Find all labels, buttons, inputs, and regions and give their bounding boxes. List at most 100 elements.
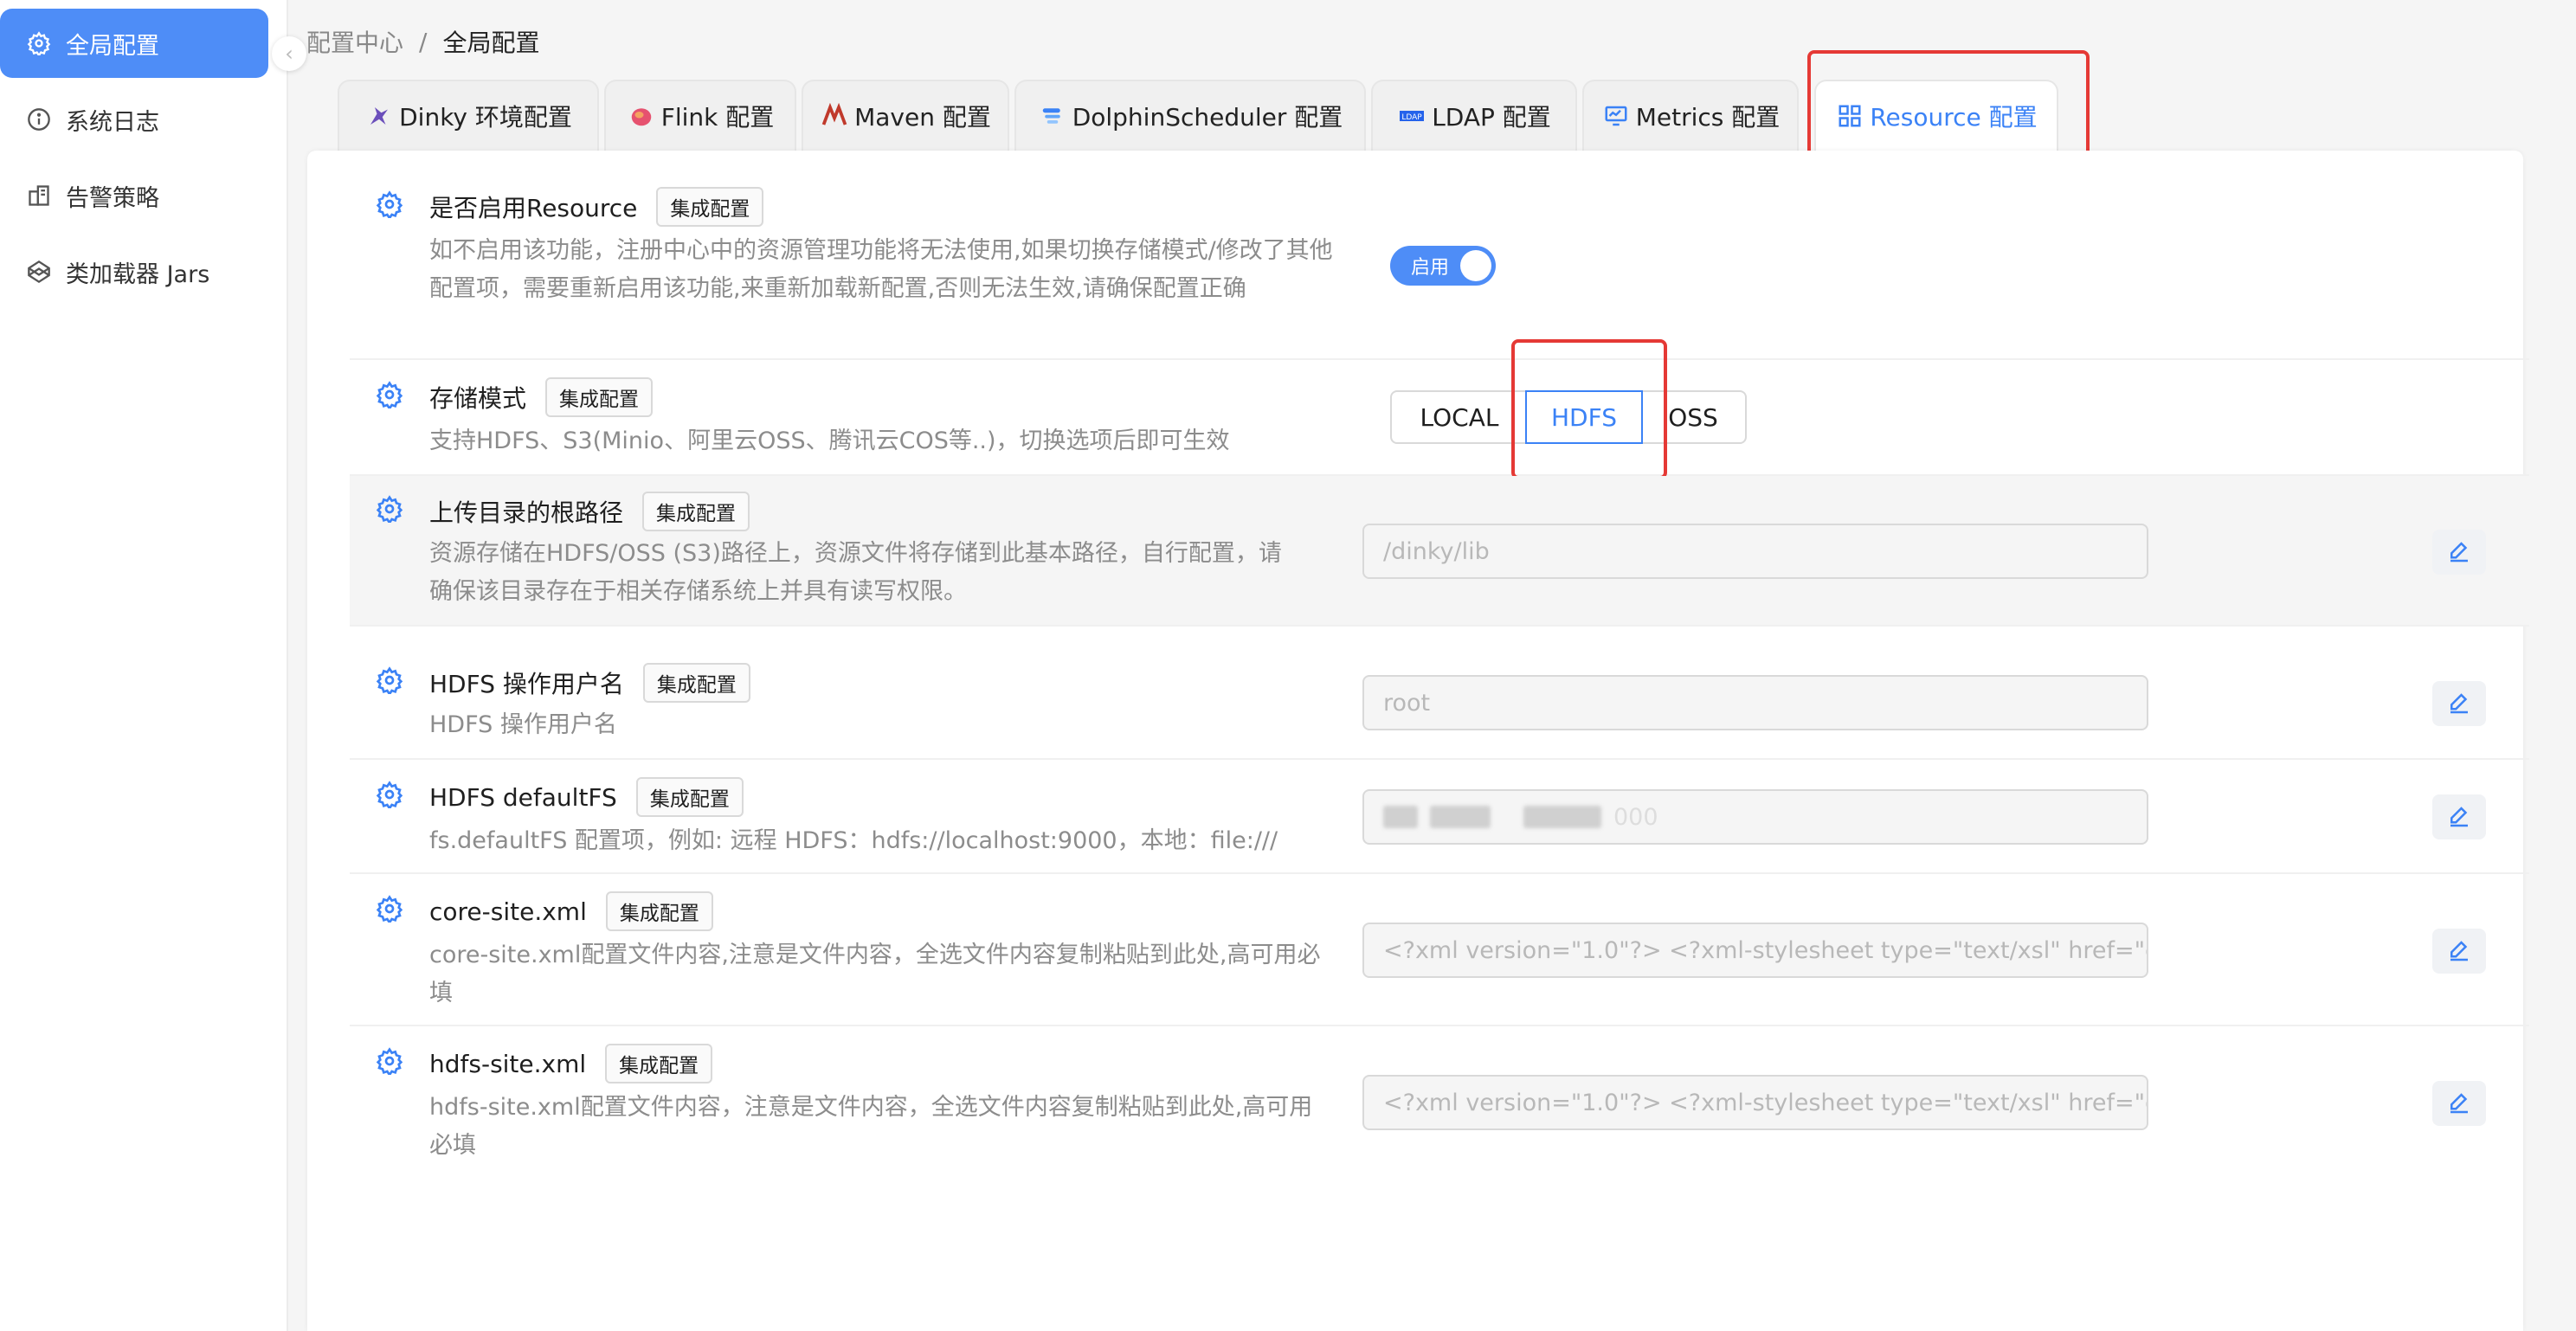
option-label: LOCAL <box>1420 402 1499 432</box>
sidebar-item-system-log[interactable]: 系统日志 <box>0 85 268 154</box>
tab-flink[interactable]: Flink 配置 <box>604 80 796 151</box>
info-icon <box>26 106 52 132</box>
maven-logo-icon <box>820 101 849 131</box>
edit-button[interactable] <box>2432 929 2486 974</box>
config-title-text: hdfs-site.xml <box>429 1049 587 1078</box>
sidebar-item-label: 类加载器 Jars <box>66 260 210 288</box>
edit-icon <box>2450 542 2468 563</box>
hdfs-user-input[interactable]: root <box>1362 675 2148 730</box>
config-desc: HDFS 操作用户名 <box>429 711 617 738</box>
edit-icon <box>2450 693 2468 714</box>
edit-button[interactable] <box>2432 530 2486 575</box>
hdfs-site-input[interactable]: <?xml version="1.0"?> <?xml-stylesheet t… <box>1362 1075 2148 1130</box>
tab-label: Flink 配置 <box>660 103 775 132</box>
edit-button[interactable] <box>2432 794 2486 839</box>
sidebar-item-class-loader-jars[interactable]: 类加载器 Jars <box>0 237 268 306</box>
tab-metrics[interactable]: Metrics 配置 <box>1582 80 1799 151</box>
config-title-text: HDFS 操作用户名 <box>429 670 624 698</box>
config-title: 存储模式 集成配置 <box>429 377 654 417</box>
integration-tag: 集成配置 <box>605 891 713 931</box>
breadcrumb-separator: / <box>419 27 428 56</box>
tab-label: Dinky 环境配置 <box>399 103 572 132</box>
flink-logo-icon <box>627 101 656 131</box>
hdfs-defaultfs-input[interactable]: 000 <box>1362 789 2148 845</box>
integration-tag: 集成配置 <box>545 377 654 417</box>
enable-resource-switch[interactable]: 启用 <box>1390 246 1496 286</box>
config-title: HDFS defaultFS 集成配置 <box>429 777 744 817</box>
edit-icon <box>2450 807 2468 827</box>
integration-tag: 集成配置 <box>642 492 750 531</box>
config-title-text: core-site.xml <box>429 897 587 926</box>
integration-tag: 集成配置 <box>642 663 750 703</box>
storage-option-local[interactable]: LOCAL <box>1390 390 1529 444</box>
breadcrumb: 配置中心 / 全局配置 <box>306 24 539 59</box>
dolphinscheduler-logo-icon <box>1038 101 1067 131</box>
switch-label: 启用 <box>1411 257 1450 279</box>
config-desc: hdfs-site.xml配置文件内容，注意是文件内容，全选文件内容复制粘贴到此… <box>429 1094 1313 1159</box>
gear-icon <box>376 781 403 808</box>
svg-text:LDAP: LDAP <box>1402 113 1423 122</box>
monitor-icon <box>1601 101 1631 131</box>
config-desc: fs.defaultFS 配置项，例如: 远程 HDFS：hdfs://loca… <box>429 827 1278 854</box>
edit-button[interactable] <box>2432 681 2486 726</box>
gear-icon <box>376 381 403 408</box>
tab-label: LDAP 配置 <box>1432 103 1551 132</box>
switch-knob <box>1460 250 1491 281</box>
integration-tag: 集成配置 <box>656 187 764 227</box>
edit-icon <box>2450 941 2468 961</box>
upload-path-input[interactable]: /dinky/lib <box>1362 524 2148 579</box>
sidebar-item-label: 系统日志 <box>66 108 159 136</box>
config-title-text: 存储模式 <box>429 384 527 413</box>
tab-dolphinscheduler[interactable]: DolphinScheduler 配置 <box>1014 80 1366 151</box>
config-desc: core-site.xml配置文件内容,注意是文件内容，全选文件内容复制粘贴到此… <box>429 942 1321 1006</box>
config-desc: 如不启用该功能，注册中心中的资源管理功能将无法使用,如果切换存储模式/修改了其他… <box>429 237 1333 302</box>
ldap-logo-icon: LDAP <box>1397 101 1426 131</box>
sidebar-item-alert-strategy[interactable]: 告警策略 <box>0 161 268 230</box>
gear-icon <box>26 30 52 56</box>
sidebar-item-label: 全局配置 <box>66 32 159 60</box>
sidebar: 全局配置 系统日志 告警策略 类加载器 Jars <box>0 0 288 1331</box>
config-title-text: HDFS defaultFS <box>429 782 617 812</box>
tab-dinky-env[interactable]: Dinky 环境配置 <box>338 80 599 151</box>
storage-option-hdfs[interactable]: HDFS <box>1525 390 1643 444</box>
gear-icon <box>376 190 403 218</box>
config-title: 上传目录的根路径 集成配置 <box>429 492 750 531</box>
tab-maven[interactable]: Maven 配置 <box>802 80 1009 151</box>
config-title: HDFS 操作用户名 集成配置 <box>429 663 750 703</box>
core-site-input[interactable]: <?xml version="1.0"?> <?xml-stylesheet t… <box>1362 923 2148 978</box>
gear-icon <box>376 495 403 523</box>
redacted-text <box>1523 806 1601 828</box>
tab-label: Metrics 配置 <box>1635 103 1781 132</box>
codepen-icon <box>26 259 52 285</box>
sidebar-collapse-button[interactable]: ‹ <box>272 36 306 71</box>
config-title: hdfs-site.xml 集成配置 <box>429 1044 713 1083</box>
tab-label: DolphinScheduler 配置 <box>1072 103 1343 132</box>
gear-icon <box>376 1047 403 1075</box>
sidebar-item-label: 告警策略 <box>66 184 159 212</box>
edit-icon <box>2450 1093 2468 1114</box>
config-title: core-site.xml 集成配置 <box>429 891 713 931</box>
breadcrumb-parent[interactable]: 配置中心 <box>306 24 403 59</box>
redacted-text <box>1383 806 1418 828</box>
config-title-text: 上传目录的根路径 <box>429 498 624 527</box>
breadcrumb-current: 全局配置 <box>442 29 540 57</box>
chevron-left-icon: ‹ <box>285 42 293 66</box>
integration-tag: 集成配置 <box>635 777 744 817</box>
integration-tag: 集成配置 <box>605 1044 713 1083</box>
config-title-text: 是否启用Resource <box>429 194 638 222</box>
gear-icon <box>376 895 403 923</box>
building-icon <box>26 183 52 209</box>
gear-icon <box>376 666 403 694</box>
tab-ldap[interactable]: LDAP LDAP 配置 <box>1371 80 1577 151</box>
redacted-text <box>1430 806 1491 828</box>
option-label: OSS <box>1668 402 1718 432</box>
tab-label: Maven 配置 <box>854 103 991 132</box>
config-desc: 支持HDFS、S3(Minio、阿里云OSS、腾讯云COS等..)，切换选项后即… <box>429 428 1230 454</box>
option-label: HDFS <box>1550 402 1617 432</box>
config-desc: 资源存储在HDFS/OSS (S3)路径上，资源文件将存储到此基本路径，自行配置… <box>429 540 1282 605</box>
value-tail: 000 <box>1613 803 1658 831</box>
annotation-highlight-resource-tab <box>1807 50 2090 159</box>
edit-button[interactable] <box>2432 1081 2486 1126</box>
sidebar-item-global-config[interactable]: 全局配置 <box>0 9 268 78</box>
dinky-logo-icon <box>364 101 394 131</box>
